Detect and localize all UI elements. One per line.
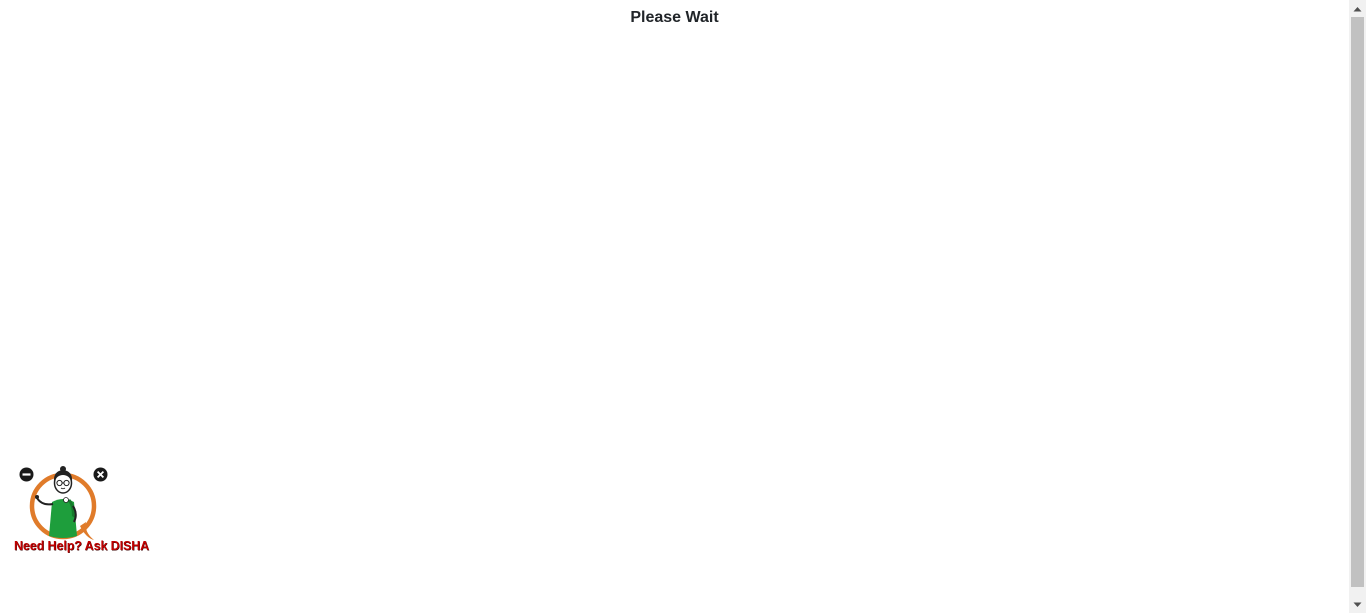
vertical-scrollbar[interactable]: [1349, 0, 1366, 613]
scroll-down-button[interactable]: [1349, 596, 1366, 613]
main-content: Please Wait: [0, 0, 1349, 613]
arrow-down-icon: [1353, 602, 1362, 607]
disha-avatar-icon[interactable]: [28, 466, 102, 544]
need-help-link[interactable]: Need Help? Ask DISHA: [14, 539, 149, 553]
close-icon[interactable]: [93, 467, 108, 482]
minimize-icon[interactable]: [19, 467, 34, 482]
page: Please Wait Need Help? Ask DISHA: [0, 0, 1366, 613]
disha-help-widget[interactable]: Need Help? Ask DISHA: [10, 462, 160, 562]
page-title: Please Wait: [630, 9, 719, 26]
scroll-thumb[interactable]: [1351, 17, 1364, 587]
arrow-up-icon: [1353, 6, 1362, 11]
scroll-up-button[interactable]: [1349, 0, 1366, 17]
